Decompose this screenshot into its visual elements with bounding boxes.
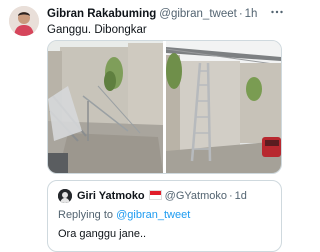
replying-to-label: Replying to [58,209,114,221]
tweet-text: Ganggu. Dibongkar [47,24,147,36]
author-name[interactable]: Gibran Rakabuming [47,8,156,20]
quoted-author-handle[interactable]: @GYatmoko [165,190,227,202]
tweet-time[interactable]: 1h [245,8,258,20]
quoted-author-avatar[interactable] [58,189,72,203]
author-handle[interactable]: @gibran_tweet [159,8,237,20]
quoted-tweet[interactable]: Giri Yatmoko @GYatmoko · 1d Replying to @gi… [47,180,282,252]
quoted-time[interactable]: 1d [235,190,247,202]
photo-collapsed-canopy[interactable] [48,41,163,173]
tweet-media[interactable] [47,40,282,174]
indonesia-flag-icon [148,189,162,200]
quoted-author-name[interactable]: Giri Yatmoko [77,190,145,202]
quoted-header: Giri Yatmoko @GYatmoko · 1d [77,188,247,204]
replying-to-mention[interactable]: @gibran_tweet [116,209,190,221]
separator-dot: · [228,190,233,202]
more-horizontal-icon[interactable] [270,7,284,17]
photo-ladder-garage[interactable] [165,41,281,173]
tweet-header: Gibran Rakabuming @gibran_tweet · 1h [47,6,288,22]
separator-dot: · [238,8,243,20]
replying-to: Replying to @gibran_tweet [58,207,190,223]
author-avatar[interactable] [9,6,39,36]
quoted-text: Ora ganggu jane.. [58,228,147,240]
